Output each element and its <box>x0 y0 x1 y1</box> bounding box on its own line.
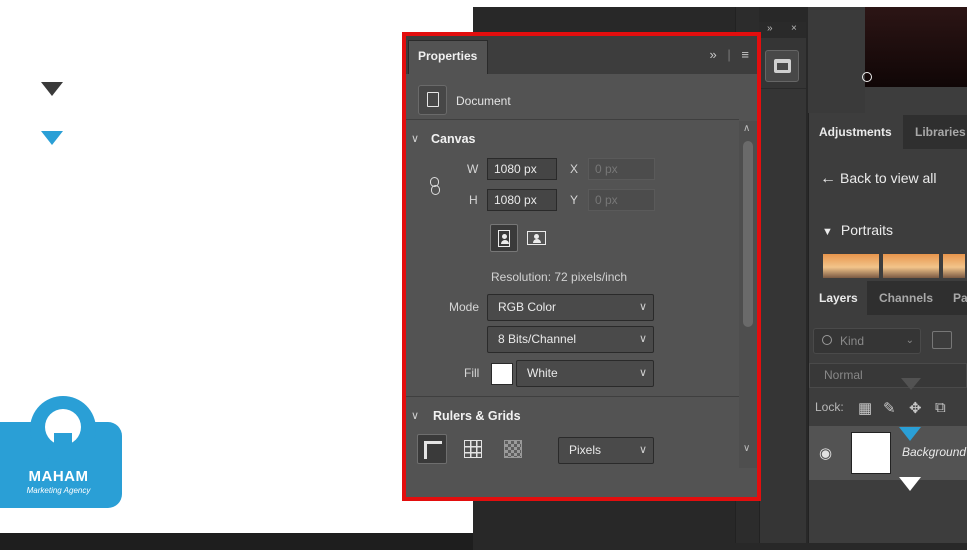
canvas-section-title[interactable]: Canvas <box>431 132 475 146</box>
tab-properties[interactable]: Properties <box>408 40 488 74</box>
color-mode-select[interactable]: RGB Color ∨ <box>487 294 654 321</box>
y-label: Y <box>570 193 579 207</box>
layer-name: Background <box>902 445 967 459</box>
chevron-down-icon[interactable]: ∨ <box>411 132 419 145</box>
bottom-bar <box>0 533 473 550</box>
pixel-grid-toggle-button[interactable] <box>498 434 528 464</box>
preset-thumbnail[interactable] <box>883 254 939 278</box>
arrow-left-icon: ← <box>820 170 836 187</box>
menu-icon[interactable]: ≡ <box>741 47 749 62</box>
height-field[interactable]: 1080 px <box>487 189 557 211</box>
chevron-down-icon: ∨ <box>638 301 647 313</box>
tab-libraries[interactable]: Libraries <box>905 115 967 149</box>
search-icon <box>822 335 832 345</box>
preset-thumbnail[interactable] <box>823 254 879 278</box>
mode-label: Mode <box>449 300 480 314</box>
layer-thumbnail <box>851 432 891 474</box>
collapsed-panel-dock <box>759 22 806 543</box>
checkerboard-icon <box>504 440 522 458</box>
white-triangle-icon <box>899 477 921 491</box>
lock-move-icon[interactable]: ✥ <box>909 399 922 417</box>
document-icon <box>427 92 439 107</box>
rulers-toggle-button[interactable] <box>417 434 447 464</box>
lock-row: Lock: ▦ ✎ ✥ ⧉ <box>815 399 946 417</box>
bit-depth-select[interactable]: 8 Bits/Channel ∨ <box>487 326 654 353</box>
lock-transparent-icon[interactable]: ▦ <box>858 399 872 417</box>
lock-artboard-icon[interactable]: ⧉ <box>935 399 946 416</box>
chevron-down-icon: ∨ <box>638 333 647 345</box>
chevron-down-icon: ▼ <box>822 226 833 238</box>
blend-mode-select[interactable]: Normal <box>809 363 967 388</box>
landscape-orientation-button[interactable] <box>523 224 551 252</box>
color-panel-bg <box>808 7 865 113</box>
grid-toggle-button[interactable] <box>458 434 488 464</box>
chevron-down-icon: ⌄ <box>905 335 914 346</box>
chevron-down-icon[interactable]: ∨ <box>411 409 419 422</box>
fill-select[interactable]: White ∨ <box>516 360 654 387</box>
width-label: W <box>467 162 479 176</box>
ruler-units-select[interactable]: Pixels ∨ <box>558 437 654 464</box>
width-field[interactable]: 1080 px <box>487 158 557 180</box>
tab-channels[interactable]: Channels <box>869 281 943 315</box>
image-filter-icon[interactable] <box>932 331 952 349</box>
fill-label: Fill <box>464 366 480 380</box>
x-label: X <box>570 162 579 176</box>
scroll-down-icon[interactable]: ∨ <box>743 443 750 454</box>
blue-triangle-icon <box>899 427 921 441</box>
portraits-label: Portraits <box>840 222 894 238</box>
lock-label: Lock: <box>815 400 844 414</box>
chevron-down-icon: ∨ <box>638 367 647 379</box>
portraits-group[interactable]: ▼ Portraits <box>822 222 893 238</box>
portrait-orientation-button[interactable] <box>490 224 518 252</box>
lock-brush-icon[interactable]: ✎ <box>883 399 896 417</box>
canvas-panel-button[interactable] <box>765 50 799 82</box>
logo-title: MAHAM <box>28 468 89 485</box>
rulers-grids-section-title[interactable]: Rulers & Grids <box>433 409 521 423</box>
document-label: Document <box>456 94 511 108</box>
back-label: Back to view all <box>840 170 937 186</box>
scroll-up-icon[interactable]: ∧ <box>743 123 750 134</box>
height-label: H <box>469 193 478 207</box>
adjustments-tab-bar: Adjustments Libraries <box>809 115 967 149</box>
gray-triangle-icon <box>901 378 921 390</box>
document-type-button[interactable] <box>418 85 447 115</box>
layers-tab-bar: Layers Channels Pa <box>809 281 967 315</box>
link-icon[interactable] <box>430 177 442 195</box>
properties-scrollbar[interactable]: ∧ ∨ <box>739 121 757 468</box>
back-to-view-all-link[interactable]: ← Back to view all <box>820 170 936 188</box>
blue-triangle-icon <box>41 131 63 145</box>
x-field[interactable]: 0 px <box>588 158 655 180</box>
eye-icon[interactable]: ◉ <box>819 444 832 462</box>
resolution-text: Resolution: 72 pixels/inch <box>491 270 628 284</box>
logo-subtitle: Marketing Agency <box>26 486 91 495</box>
properties-panel: Properties » | ≡ Document ∨ Canvas W 108… <box>402 32 761 501</box>
y-field[interactable]: 0 px <box>588 189 655 211</box>
tab-layers[interactable]: Layers <box>809 281 867 315</box>
color-picker-field[interactable] <box>865 7 967 87</box>
properties-header: Properties » | ≡ <box>406 36 757 74</box>
close-panel-icon[interactable]: × <box>791 23 797 34</box>
gray-triangle-icon <box>41 82 63 96</box>
chevron-down-icon: ∨ <box>638 444 647 456</box>
layer-row-background[interactable]: ◉ Background <box>809 426 967 480</box>
grid-icon <box>464 440 482 458</box>
ruler-icon <box>424 441 442 459</box>
layer-filter-kind-select[interactable]: Kind ⌄ <box>813 328 921 354</box>
color-picker-cursor[interactable] <box>862 72 872 82</box>
fill-color-swatch[interactable] <box>491 363 513 385</box>
collapsed-panel-header: » × <box>759 22 806 38</box>
preset-thumbnail[interactable] <box>943 254 965 278</box>
tab-adjustments[interactable]: Adjustments <box>809 115 903 149</box>
expand-panels-icon[interactable]: » <box>767 23 773 34</box>
tab-paths[interactable]: Pa <box>943 281 967 315</box>
scroll-thumb[interactable] <box>743 141 753 327</box>
maham-logo: MAHAM Marketing Agency <box>0 396 122 508</box>
layers-empty-area <box>809 480 967 543</box>
expand-icon[interactable]: » <box>710 47 717 62</box>
